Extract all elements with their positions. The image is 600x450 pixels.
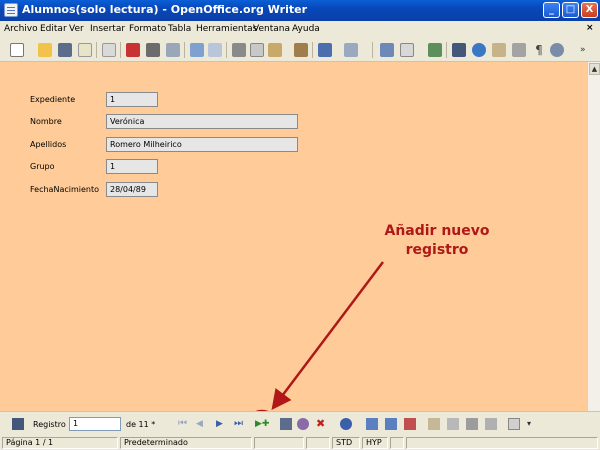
menu-archivo[interactable]: Archivo (4, 24, 38, 34)
data-sources-icon[interactable] (512, 43, 526, 57)
zoom-icon[interactable] (550, 43, 564, 57)
annotation-line-2: registro (405, 242, 469, 258)
gallery-icon[interactable] (492, 43, 506, 57)
autofilter-icon[interactable] (428, 418, 440, 430)
title-bar: Alumnos(solo lectura) - OpenOffice.org W… (0, 0, 600, 21)
writer-document-icon (4, 3, 18, 17)
status-empty-2 (306, 437, 330, 449)
page-style[interactable]: Predeterminado (120, 437, 252, 449)
hyperlink-mode[interactable]: HYP (362, 437, 388, 449)
export-pdf-icon[interactable] (126, 43, 140, 57)
separator (446, 42, 447, 58)
new-record-icon[interactable]: ▶✚ (255, 418, 269, 430)
label-apellidos: Apellidos (30, 140, 67, 149)
close-button[interactable]: X (581, 2, 598, 18)
close-document-icon[interactable]: × (586, 23, 594, 33)
undo-icon[interactable] (318, 43, 332, 57)
sort-ascending-icon[interactable] (366, 418, 378, 430)
form-navigation-bar: Registro 1 de 11 * ⏮ ◀ ▶ ⏭ ▶✚ ✖ ▾ (0, 411, 600, 436)
cut-icon[interactable] (232, 43, 246, 57)
delete-record-icon[interactable]: ✖ (316, 418, 328, 430)
print-icon[interactable] (146, 43, 160, 57)
data-to-text-icon[interactable] (508, 418, 520, 430)
navigation-options-icon[interactable]: ▾ (527, 418, 535, 430)
next-record-icon[interactable]: ▶ (216, 418, 228, 430)
menu-ver[interactable]: Ver (69, 24, 84, 34)
status-empty-1 (254, 437, 304, 449)
standard-toolbar: ¶ » (0, 38, 600, 62)
menu-bar: Archivo Editar Ver Insertar Formato Tabl… (0, 21, 600, 38)
draw-functions-icon[interactable] (428, 43, 442, 57)
paste-icon[interactable] (268, 43, 282, 57)
page-preview-icon[interactable] (166, 43, 180, 57)
record-total-label: de 11 * (126, 420, 156, 429)
find-replace-icon[interactable] (452, 43, 466, 57)
vertical-scrollbar[interactable]: ▲ (587, 62, 600, 411)
insert-mode[interactable]: STD (332, 437, 360, 449)
pilcrow-icon[interactable]: ¶ (532, 43, 546, 57)
open-folder-icon[interactable] (38, 43, 52, 57)
menu-insertar[interactable]: Insertar (90, 24, 125, 34)
sort-icon[interactable] (404, 418, 416, 430)
refresh-icon[interactable] (340, 418, 352, 430)
window-title: Alumnos(solo lectura) - OpenOffice.org W… (22, 3, 308, 16)
autospellcheck-icon[interactable] (208, 43, 222, 57)
separator (312, 42, 313, 58)
separator (372, 42, 373, 58)
copy-icon[interactable] (250, 43, 264, 57)
sort-descending-icon[interactable] (385, 418, 397, 430)
toolbar-options-icon[interactable]: » (580, 43, 588, 57)
separator (96, 42, 97, 58)
edit-file-icon[interactable] (102, 43, 116, 57)
input-grupo[interactable]: 1 (106, 159, 158, 174)
status-empty-4 (406, 437, 598, 449)
record-number-input[interactable]: 1 (69, 417, 121, 431)
standard-filter-icon[interactable] (447, 418, 459, 430)
input-expediente[interactable]: 1 (106, 92, 158, 107)
first-record-icon[interactable]: ⏮ (178, 418, 190, 430)
separator (226, 42, 227, 58)
page-indicator: Página 1 / 1 (2, 437, 118, 449)
status-empty-3 (390, 437, 404, 449)
remove-filter-icon[interactable] (485, 418, 497, 430)
spellcheck-icon[interactable] (190, 43, 204, 57)
redo-icon[interactable] (344, 43, 358, 57)
label-fechanacimiento: FechaNacimiento (30, 185, 100, 194)
menu-herramientas[interactable]: Herramientas (196, 24, 257, 34)
label-nombre: Nombre (30, 117, 62, 126)
save-icon[interactable] (58, 43, 72, 57)
annotation-line-1: Añadir nuevo (384, 223, 490, 239)
previous-record-icon[interactable]: ◀ (196, 418, 208, 430)
clone-formatting-icon[interactable] (294, 43, 308, 57)
menu-ventana[interactable]: Ventana (253, 24, 290, 34)
menu-editar[interactable]: Editar (40, 24, 67, 34)
save-record-icon[interactable] (280, 418, 292, 430)
new-document-icon[interactable] (10, 43, 24, 57)
apply-filter-icon[interactable] (466, 418, 478, 430)
maximize-button[interactable]: □ (562, 2, 579, 18)
scroll-up-icon[interactable]: ▲ (589, 63, 600, 75)
separator (120, 42, 121, 58)
menu-ayuda[interactable]: Ayuda (292, 24, 320, 34)
menu-tabla[interactable]: Tabla (168, 24, 191, 34)
last-record-icon[interactable]: ⏭ (234, 418, 246, 430)
separator (184, 42, 185, 58)
minimize-button[interactable]: _ (543, 2, 560, 18)
status-bar: Página 1 / 1 Predeterminado STD HYP (0, 436, 600, 450)
hyperlink-icon[interactable] (380, 43, 394, 57)
annotation-callout: Añadir nuevo registro (352, 222, 522, 260)
record-label: Registro (33, 420, 66, 429)
input-fechanacimiento[interactable]: 28/04/89 (106, 182, 158, 197)
undo-record-icon[interactable] (297, 418, 309, 430)
menu-formato[interactable]: Formato (129, 24, 166, 34)
table-icon[interactable] (400, 43, 414, 57)
input-nombre[interactable]: Verónica (106, 114, 298, 129)
label-grupo: Grupo (30, 162, 55, 171)
email-icon[interactable] (78, 43, 92, 57)
navigator-icon[interactable] (472, 43, 486, 57)
find-icon[interactable] (12, 418, 24, 430)
label-expediente: Expediente (30, 95, 76, 104)
input-apellidos[interactable]: Romero Milheirico (106, 137, 298, 152)
